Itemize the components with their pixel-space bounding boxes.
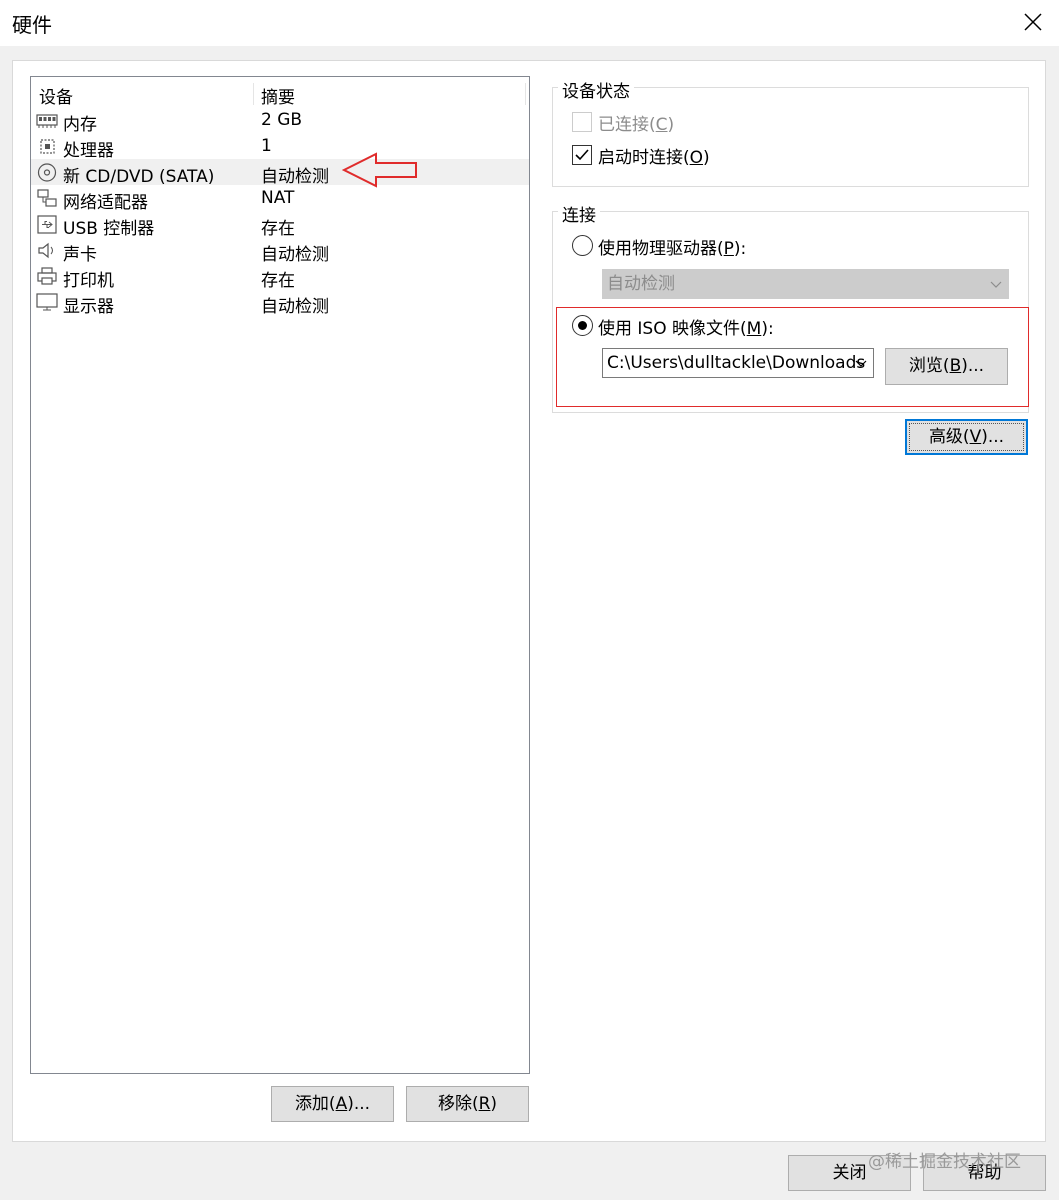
usb-icon: [37, 215, 57, 234]
device-summary: 存在: [261, 219, 295, 239]
device-summary: 自动检测: [261, 167, 329, 187]
device-row-display[interactable]: 显示器 自动检测: [31, 289, 529, 317]
device-row-usb[interactable]: USB 控制器 存在: [31, 211, 529, 239]
device-row-printer[interactable]: 打印机 存在: [31, 263, 529, 291]
device-name: 处理器: [63, 141, 114, 161]
device-summary: 1: [261, 136, 272, 156]
device-row-cpu[interactable]: 处理器 1: [31, 133, 529, 161]
device-name: 新 CD/DVD (SATA): [63, 167, 215, 187]
device-name: USB 控制器: [63, 219, 155, 239]
device-status-title: 设备状态: [558, 77, 634, 102]
column-summary[interactable]: 摘要: [261, 83, 295, 108]
device-row-sound[interactable]: 声卡 自动检测: [31, 237, 529, 265]
chevron-down-icon: [990, 281, 1002, 288]
column-separator: [525, 83, 526, 105]
column-device[interactable]: 设备: [39, 83, 73, 108]
device-row-memory[interactable]: 内存 2 GB: [31, 107, 529, 135]
device-summary: 自动检测: [261, 297, 329, 317]
column-separator: [253, 83, 254, 105]
device-name: 内存: [63, 115, 97, 135]
network-adapter-icon: [37, 189, 57, 207]
close-icon[interactable]: [1021, 10, 1045, 34]
watermark-text: @稀土掘金技术社区: [868, 1152, 1021, 1172]
connected-label: 已连接(C): [598, 115, 675, 135]
device-name: 显示器: [63, 297, 114, 317]
monitor-icon: [36, 293, 58, 311]
device-summary: 自动检测: [261, 245, 329, 265]
add-button[interactable]: 添加(A)...: [271, 1086, 394, 1122]
device-name: 打印机: [63, 271, 114, 291]
physical-drive-radio[interactable]: [572, 235, 593, 256]
browse-button[interactable]: 浏览(B)...: [885, 348, 1008, 385]
device-name: 网络适配器: [63, 193, 148, 213]
advanced-button[interactable]: 高级(V)...: [905, 419, 1028, 455]
radio-dot-icon: [578, 321, 587, 330]
physical-drive-select[interactable]: 自动检测: [602, 269, 1009, 299]
device-row-network[interactable]: 网络适配器 NAT: [31, 185, 529, 213]
device-summary: NAT: [261, 188, 295, 208]
speaker-icon: [38, 242, 53, 259]
device-summary: 存在: [261, 271, 295, 291]
device-status-group: [552, 87, 1029, 187]
iso-image-radio[interactable]: [572, 315, 593, 336]
device-row-cd-dvd[interactable]: 新 CD/DVD (SATA) 自动检测: [31, 159, 529, 187]
iso-path-combobox[interactable]: C:\Users\dulltackle\Downloads: [602, 348, 874, 378]
device-summary: 2 GB: [261, 110, 303, 130]
connection-title: 连接: [558, 201, 600, 226]
connected-checkbox[interactable]: [572, 112, 592, 132]
checkmark-icon: [575, 149, 589, 161]
title-bar: 硬件: [0, 0, 1059, 46]
connect-at-power-on-checkbox[interactable]: [572, 145, 592, 165]
annotation-arrow-icon: [342, 152, 417, 188]
iso-image-label: 使用 ISO 映像文件(M):: [598, 319, 774, 339]
physical-drive-label: 使用物理驱动器(P):: [598, 239, 747, 259]
window-title: 硬件: [12, 13, 52, 37]
device-list-header: 设备 摘要: [31, 81, 529, 108]
cpu-icon: [40, 139, 55, 154]
device-list[interactable]: 设备 摘要 内存 2 GB 处理器 1 新 CD/DVD (SATA) 自动检测: [30, 76, 530, 1074]
printer-icon: [37, 267, 57, 285]
cd-dvd-icon: [37, 163, 57, 182]
memory-icon: [36, 114, 58, 128]
remove-button[interactable]: 移除(R): [406, 1086, 529, 1122]
device-name: 声卡: [63, 245, 97, 265]
connect-at-power-on-label: 启动时连接(O): [598, 148, 710, 168]
chevron-down-icon[interactable]: [855, 357, 867, 369]
